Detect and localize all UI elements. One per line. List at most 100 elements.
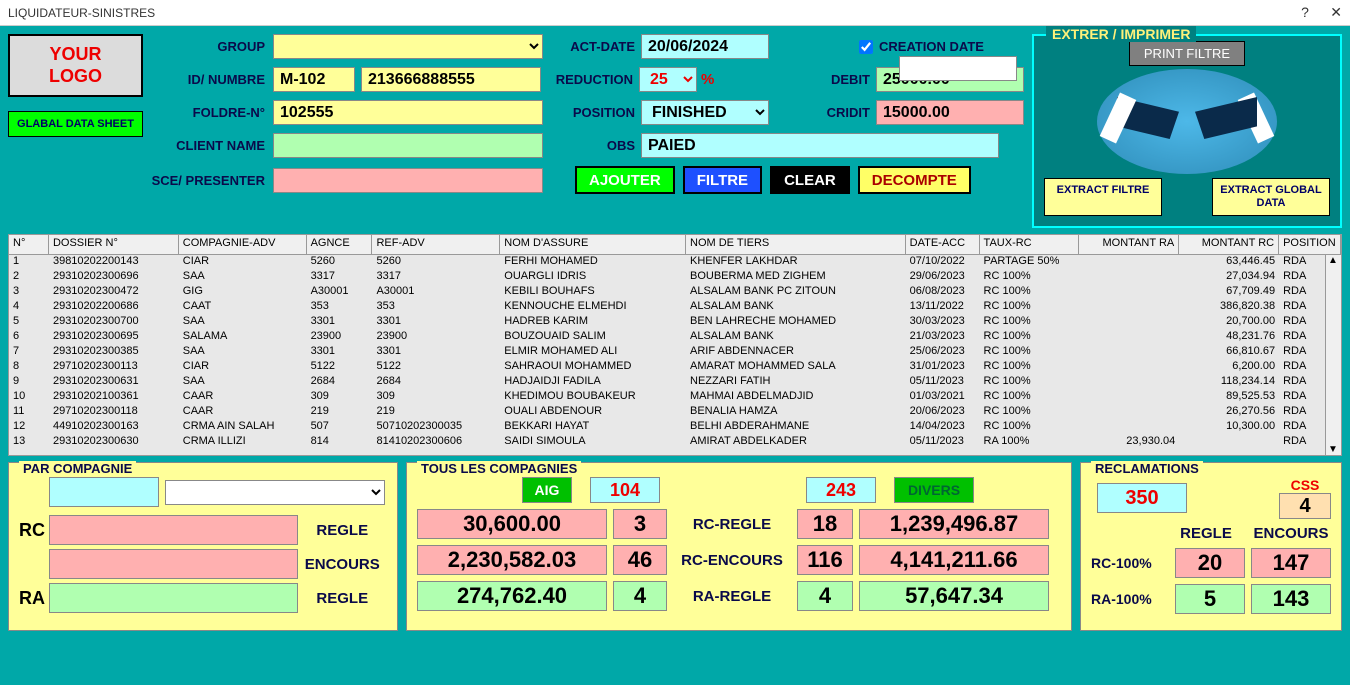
position-select[interactable]: FINISHED (641, 100, 769, 125)
window-title: LIQUIDATEUR-SINISTRES (8, 6, 1283, 20)
cnt: 4 (613, 581, 667, 611)
position-label: POSITION (543, 105, 641, 120)
pc-select[interactable] (165, 480, 385, 505)
row-label: RC-REGLE (673, 516, 791, 533)
ajouter-button[interactable]: AJOUTER (575, 166, 675, 194)
p3-encours-label: ENCOURS (1251, 525, 1331, 542)
tous-title: TOUS LES COMPAGNIES (417, 461, 581, 476)
ra-regle-amt (49, 583, 298, 613)
decompte-button[interactable]: DECOMPTE (858, 166, 971, 194)
aig-count: 104 (590, 477, 660, 503)
creation-date-label: CREATION DATE (879, 39, 984, 54)
sce-field[interactable] (273, 168, 543, 193)
help-icon[interactable]: ? (1301, 4, 1309, 20)
row-label: RC-ENCOURS (673, 552, 791, 569)
group-label: GROUP (151, 39, 273, 54)
foldre-label: FOLDRE-N° (151, 105, 273, 120)
cnt: 46 (613, 545, 667, 575)
grid-header[interactable]: AGNCE (307, 235, 373, 254)
pc-code-field[interactable] (49, 477, 159, 507)
table-row[interactable]: 1129710202300118CAAR219219OUALI ABDENOUR… (9, 405, 1341, 420)
table-row[interactable]: 429310202200686CAAT353353KENNOUCHE ELMEH… (9, 300, 1341, 315)
foldre-field[interactable]: 102555 (273, 100, 543, 125)
amt2: 1,239,496.87 (859, 509, 1049, 539)
grid-header[interactable]: TAUX-RC (980, 235, 1080, 254)
p3-encours: 147 (1251, 548, 1331, 578)
table-row[interactable]: 1029310202100361CAAR309309KHEDIMOU BOUBA… (9, 390, 1341, 405)
amt2: 57,647.34 (859, 581, 1049, 611)
grid-header[interactable]: DATE-ACC (906, 235, 980, 254)
rc-encours-amt (49, 549, 298, 579)
recl-count: 350 (1097, 483, 1187, 513)
cnt2: 18 (797, 509, 853, 539)
css-count: 4 (1279, 493, 1331, 519)
close-icon[interactable]: ✕ (1330, 4, 1342, 20)
grid-header[interactable]: DOSSIER N° (49, 235, 179, 254)
client-field[interactable] (273, 133, 543, 158)
print-filtre-button[interactable]: PRINT FILTRE (1129, 41, 1245, 66)
creation-date-field[interactable] (899, 56, 1017, 81)
grid-header[interactable]: POSITION (1279, 235, 1341, 254)
table-row[interactable]: 1329310202300630CRMA ILLIZI8148141020230… (9, 435, 1341, 450)
p3-row-label: RC-100% (1091, 555, 1169, 571)
extract-global-button[interactable]: EXTRACT GLOBAL DATA (1212, 178, 1330, 216)
handshake-icon (1097, 69, 1277, 174)
rc-label: RC (19, 520, 49, 541)
p3-regle-label: REGLE (1171, 525, 1241, 542)
cridit-field[interactable]: 15000.00 (876, 100, 1024, 125)
encours-label: ENCOURS (298, 556, 388, 573)
regle-label-2: REGLE (298, 590, 388, 607)
grid-header[interactable]: MONTANT RC (1179, 235, 1279, 254)
table-row[interactable]: 529310202300700SAA33013301HADREB KARIMBE… (9, 315, 1341, 330)
regle-label: REGLE (298, 522, 388, 539)
table-row[interactable]: 829710202300113CIAR51225122SAHRAOUI MOHA… (9, 360, 1341, 375)
filtre-button[interactable]: FILTRE (683, 166, 762, 194)
print-panel: EXTRER / IMPRIMER PRINT FILTRE EXTRACT F… (1032, 34, 1342, 228)
grid-header[interactable]: COMPAGNIE-ADV (179, 235, 307, 254)
obs-label: OBS (543, 138, 641, 153)
creation-date-checkbox[interactable] (859, 40, 873, 54)
ra-label: RA (19, 588, 49, 609)
table-row[interactable]: 329310202300472GIGA30001A30001KEBILI BOU… (9, 285, 1341, 300)
grid-header[interactable]: REF-ADV (372, 235, 500, 254)
table-row[interactable]: 729310202300385SAA33013301ELMIR MOHAMED … (9, 345, 1341, 360)
tous-compagnies-panel: TOUS LES COMPAGNIES AIG 104 243 DIVERS 3… (406, 462, 1072, 631)
reduction-select[interactable]: 25 (639, 67, 697, 92)
glabal-data-sheet-button[interactable]: GLABAL DATA SHEET (8, 111, 143, 137)
amt2: 4,141,211.66 (859, 545, 1049, 575)
actdate-field[interactable]: 20/06/2024 (641, 34, 769, 59)
table-row[interactable]: 229310202300696SAA33173317OUARGLI IDRISB… (9, 270, 1341, 285)
table-row[interactable]: 929310202300631SAA26842684HADJAIDJI FADI… (9, 375, 1341, 390)
reclamations-panel: RECLAMATIONS 350 CSS 4 REGLE ENCOURS RC-… (1080, 462, 1342, 631)
id-field[interactable]: M-102 (273, 67, 355, 92)
par-compagnie-panel: PAR COMPAGNIE RC REGLE ENCOURS RA REGLE (8, 462, 398, 631)
id-label: ID/ NUMBRE (151, 72, 273, 87)
row-label: RA-REGLE (673, 588, 791, 605)
css-label: CSS (1279, 477, 1331, 493)
grid-header[interactable]: NOM D'ASSURE (500, 235, 686, 254)
pct-label: % (701, 71, 714, 88)
extract-filtre-button[interactable]: EXTRACT FILTRE (1044, 178, 1162, 216)
phone-field[interactable]: 213666888555 (361, 67, 541, 92)
sce-label: SCE/ PRESENTER (151, 173, 273, 188)
cnt: 3 (613, 509, 667, 539)
grid-scrollbar[interactable] (1325, 255, 1341, 455)
divers-count: 243 (806, 477, 876, 503)
table-row[interactable]: 1244910202300163CRMA AIN SALAH5075071020… (9, 420, 1341, 435)
cnt2: 116 (797, 545, 853, 575)
group-select[interactable] (273, 34, 543, 59)
grid-header[interactable]: N° (9, 235, 49, 254)
actdate-label: ACT-DATE (543, 39, 641, 54)
data-grid[interactable]: N°DOSSIER N°COMPAGNIE-ADVAGNCEREF-ADVNOM… (8, 234, 1342, 456)
cridit-label: CRIDIT (806, 105, 876, 120)
table-row[interactable]: 139810202200143CIAR52605260FERHI MOHAMED… (9, 255, 1341, 270)
table-row[interactable]: 629310202300695SALAMA2390023900BOUZOUAID… (9, 330, 1341, 345)
obs-field[interactable]: PAIED (641, 133, 999, 158)
grid-header[interactable]: NOM DE TIERS (686, 235, 906, 254)
cnt2: 4 (797, 581, 853, 611)
clear-button[interactable]: CLEAR (770, 166, 850, 194)
reduction-label: REDUCTION (541, 72, 639, 87)
grid-header[interactable]: MONTANT RA (1079, 235, 1179, 254)
print-legend: EXTRER / IMPRIMER (1046, 26, 1196, 42)
divers-badge: DIVERS (894, 477, 974, 503)
